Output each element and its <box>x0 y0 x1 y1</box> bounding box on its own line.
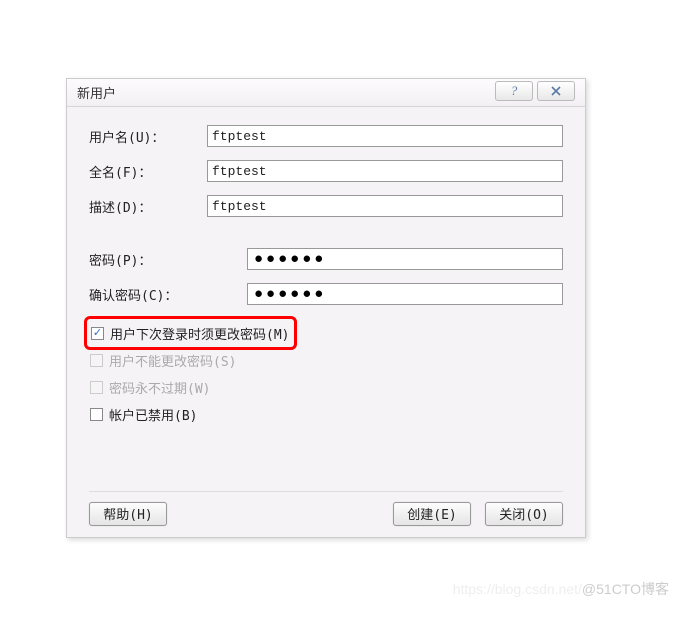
dialog-title: 新用户 <box>77 83 116 102</box>
description-label: 描述(D)： <box>89 197 207 216</box>
help-icon[interactable]: ? <box>495 81 533 101</box>
username-row: 用户名(U)： <box>89 125 563 147</box>
password-input[interactable]: ●●●●●● <box>247 248 563 270</box>
account-disabled-checkbox[interactable] <box>90 408 103 421</box>
svg-text:?: ? <box>511 84 518 98</box>
titlebar: 新用户 ? <box>67 79 585 107</box>
must-change-pw-checkbox[interactable]: ✓ <box>91 327 104 340</box>
username-label: 用户名(U)： <box>89 127 207 146</box>
must-change-pw-row: ✓ 用户下次登录时须更改密码(M) <box>90 323 563 343</box>
fullname-row: 全名(F)： <box>89 160 563 182</box>
watermark: https://blog.csdn.net/@51CTO博客 <box>453 579 669 599</box>
titlebar-controls: ? <box>491 81 575 101</box>
cannot-change-pw-label: 用户不能更改密码(S) <box>109 351 236 370</box>
footer-right: 创建(E) 关闭(O) <box>393 502 563 526</box>
pw-never-expires-label: 密码永不过期(W) <box>109 378 210 397</box>
password-label: 密码(P)： <box>89 250 247 269</box>
highlight-annotation: ✓ 用户下次登录时须更改密码(M) <box>84 316 297 350</box>
account-disabled-label: 帐户已禁用(B) <box>109 405 197 424</box>
confirm-password-row: 确认密码(C)： ●●●●●● <box>89 283 563 305</box>
password-row: 密码(P)： ●●●●●● <box>89 248 563 270</box>
pw-never-expires-row: 密码永不过期(W) <box>90 377 563 397</box>
dialog-body: 用户名(U)： 全名(F)： 描述(D)： 密码(P)： ●●●●●● 确认密码… <box>67 107 585 424</box>
new-user-dialog: 新用户 ? 用户名(U)： 全名(F)： 描述(D)： 密码(P)： ●●●●●… <box>66 78 586 538</box>
confirm-password-label: 确认密码(C)： <box>89 285 247 304</box>
cannot-change-pw-row: 用户不能更改密码(S) <box>90 350 563 370</box>
fullname-label: 全名(F)： <box>89 162 207 181</box>
confirm-password-input[interactable]: ●●●●●● <box>247 283 563 305</box>
create-button[interactable]: 创建(E) <box>393 502 471 526</box>
must-change-pw-label: 用户下次登录时须更改密码(M) <box>110 324 289 343</box>
username-input[interactable] <box>207 125 563 147</box>
description-row: 描述(D)： <box>89 195 563 217</box>
fullname-input[interactable] <box>207 160 563 182</box>
watermark-left: https://blog.csdn.net/ <box>453 581 582 597</box>
help-button[interactable]: 帮助(H) <box>89 502 167 526</box>
cannot-change-pw-checkbox <box>90 354 103 367</box>
pw-never-expires-checkbox <box>90 381 103 394</box>
account-disabled-row: 帐户已禁用(B) <box>90 404 563 424</box>
dialog-footer: 帮助(H) 创建(E) 关闭(O) <box>89 491 563 521</box>
close-icon[interactable] <box>537 81 575 101</box>
watermark-right: @51CTO博客 <box>582 581 669 597</box>
close-button[interactable]: 关闭(O) <box>485 502 563 526</box>
checkbox-section: ✓ 用户下次登录时须更改密码(M) 用户不能更改密码(S) 密码永不过期(W) … <box>90 323 563 424</box>
description-input[interactable] <box>207 195 563 217</box>
